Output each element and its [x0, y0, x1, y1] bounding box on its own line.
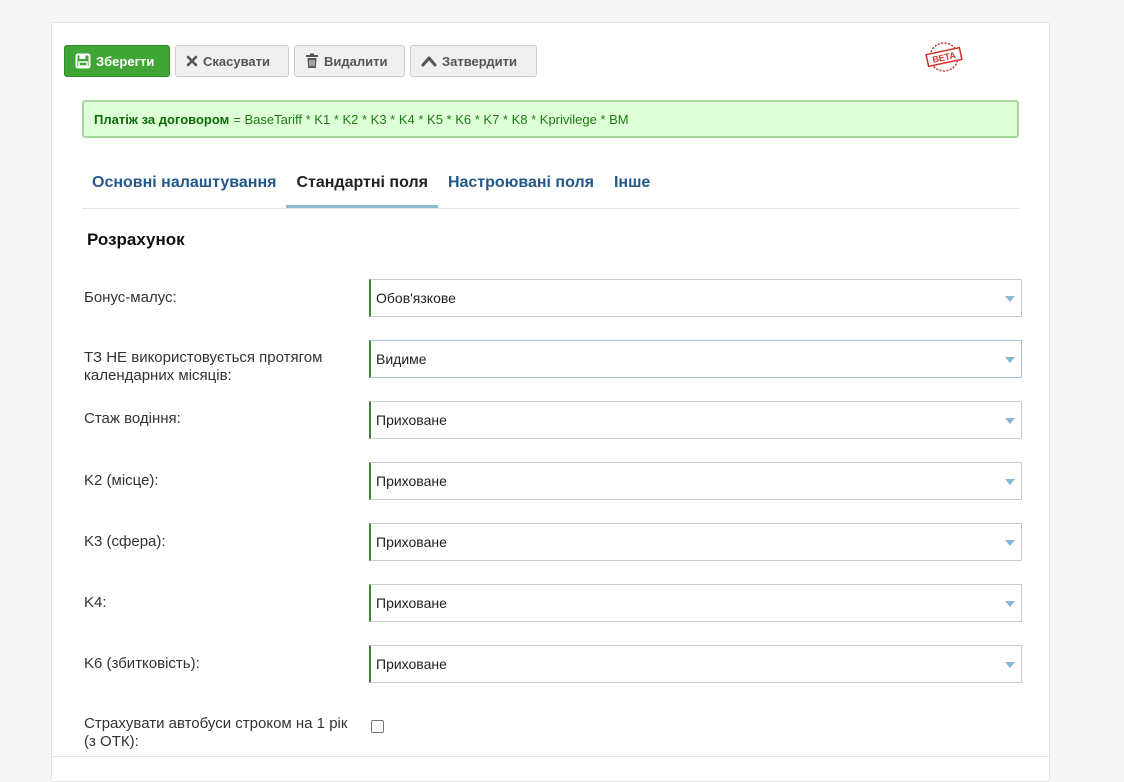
k6-select[interactable]: Приховане: [369, 645, 1022, 683]
vehicle-unused-select[interactable]: Видиме: [369, 340, 1022, 378]
divider: [52, 756, 1049, 757]
cancel-button[interactable]: Скасувати: [175, 45, 289, 77]
chevron-up-icon: [421, 55, 437, 67]
delete-button[interactable]: Видалити: [294, 45, 405, 77]
tab-bar: Основні налаштування Стандартні поля Нас…: [82, 165, 1019, 209]
toolbar: Зберегти Скасувати Видалити Затвердити: [64, 45, 537, 77]
beta-stamp-icon: BETA: [923, 41, 965, 73]
tab-custom-fields[interactable]: Настроювані поля: [438, 165, 604, 206]
chevron-down-icon: [1005, 479, 1015, 485]
chevron-down-icon: [1005, 601, 1015, 607]
chevron-down-icon: [1005, 540, 1015, 546]
insure-buses-checkbox[interactable]: [371, 720, 384, 733]
field-label: Стаж водіння:: [84, 410, 181, 427]
k2-select[interactable]: Приховане: [369, 462, 1022, 500]
field-label: K6 (збитковість):: [84, 655, 200, 672]
save-button-label: Зберегти: [96, 53, 155, 69]
formula-banner: Платіж за договором = BaseTariff * K1 * …: [82, 100, 1019, 138]
k4-select[interactable]: Приховане: [369, 584, 1022, 622]
k3-select[interactable]: Приховане: [369, 523, 1022, 561]
form-panel: Зберегти Скасувати Видалити Затвердити B…: [51, 22, 1050, 782]
cancel-button-label: Скасувати: [203, 53, 270, 69]
field-label: Страхувати автобуси строком на 1 рік (з …: [84, 715, 348, 750]
approve-button-label: Затвердити: [442, 53, 518, 69]
bonus-malus-select[interactable]: Обов'язкове: [369, 279, 1022, 317]
select-value: Приховане: [376, 656, 447, 672]
formula-label: Платіж за договором: [94, 111, 230, 127]
section-title: Розрахунок: [87, 230, 185, 249]
trash-icon: [305, 53, 319, 69]
approve-button[interactable]: Затвердити: [410, 45, 537, 77]
tab-other[interactable]: Інше: [604, 165, 660, 206]
driving-experience-select[interactable]: Приховане: [369, 401, 1022, 439]
select-value: Обов'язкове: [376, 290, 456, 306]
save-button[interactable]: Зберегти: [64, 45, 170, 77]
field-label: K4:: [84, 594, 107, 611]
chevron-down-icon: [1005, 662, 1015, 668]
close-icon: [186, 55, 198, 67]
field-label: ТЗ НЕ використовується протягом календар…: [84, 349, 323, 384]
delete-button-label: Видалити: [324, 53, 388, 69]
field-label: K2 (місце):: [84, 472, 159, 489]
floppy-disk-icon: [75, 53, 91, 69]
select-value: Приховане: [376, 595, 447, 611]
field-label: Бонус-малус:: [84, 289, 177, 306]
select-value: Приховане: [376, 473, 447, 489]
select-value: Приховане: [376, 534, 447, 550]
tab-standard-fields[interactable]: Стандартні поля: [286, 165, 438, 208]
field-label: K3 (сфера):: [84, 533, 166, 550]
chevron-down-icon: [1005, 357, 1015, 363]
formula-expression: = BaseTariff * K1 * K2 * K3 * K4 * K5 * …: [233, 111, 629, 127]
select-value: Видиме: [376, 351, 427, 367]
chevron-down-icon: [1005, 418, 1015, 424]
tab-basic-settings[interactable]: Основні налаштування: [82, 165, 286, 206]
chevron-down-icon: [1005, 296, 1015, 302]
select-value: Приховане: [376, 412, 447, 428]
